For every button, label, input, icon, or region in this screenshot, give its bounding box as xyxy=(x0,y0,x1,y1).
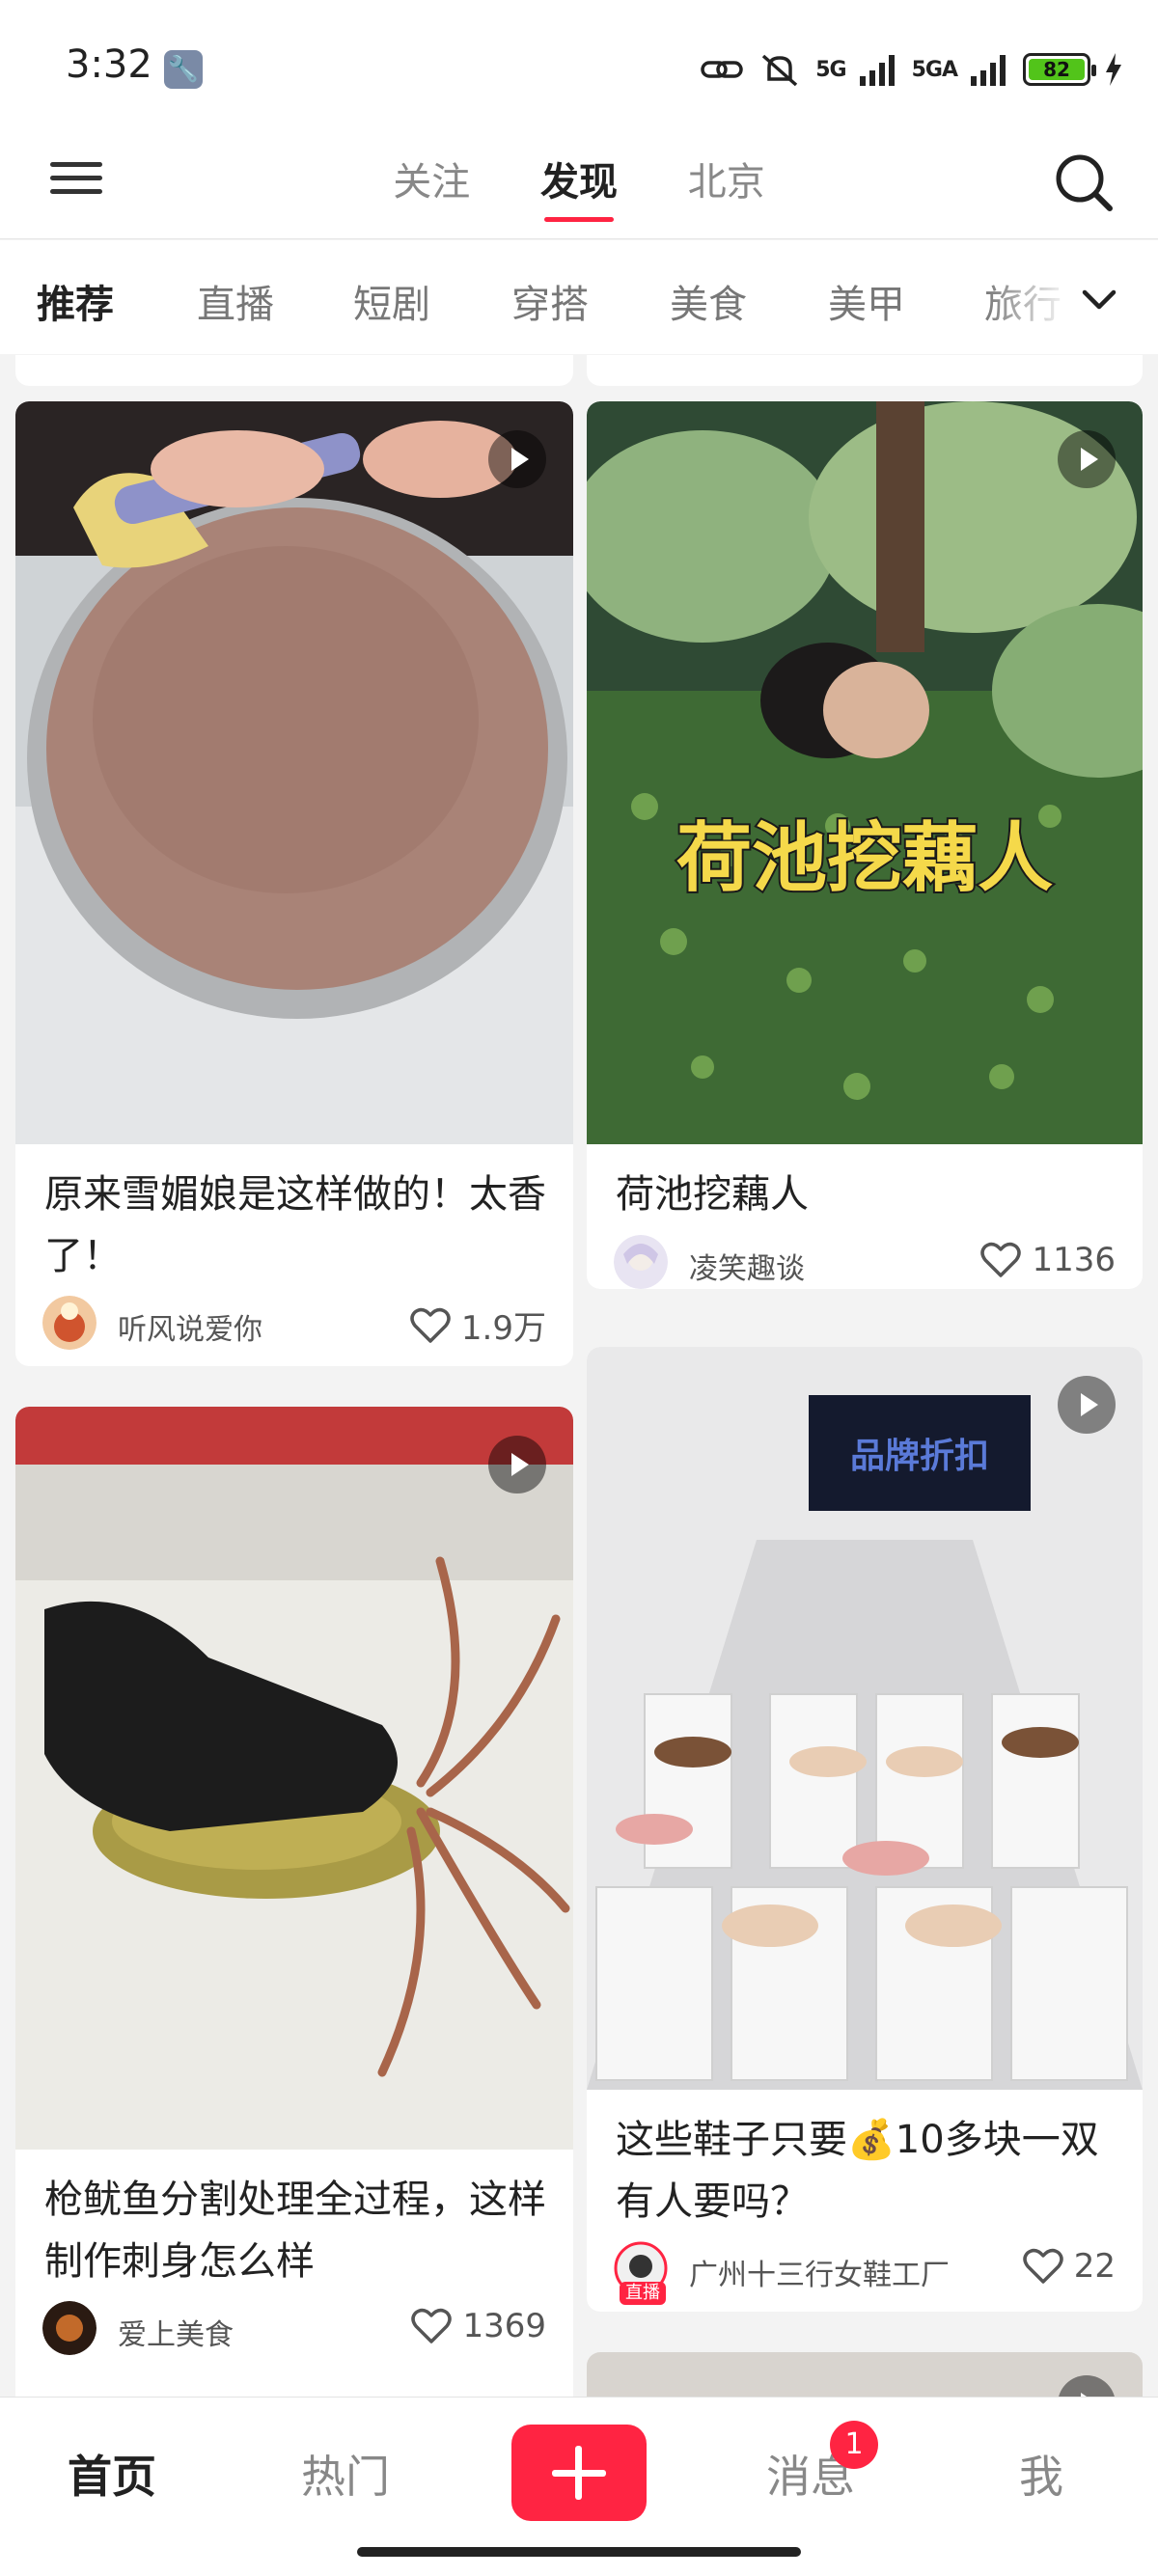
signal-5g: 5G xyxy=(815,57,846,82)
card-title[interactable]: 枪鱿鱼分割处理全过程，这样制作刺身怎么样 xyxy=(44,2169,550,2292)
nav-hot[interactable]: 热门 xyxy=(301,2442,390,2506)
heart-icon xyxy=(980,1242,1022,1277)
like-count: 22 xyxy=(1073,2247,1116,2286)
play-icon xyxy=(1058,1376,1116,1434)
card-author-row: 听风说爱你 1.9万 xyxy=(42,1294,546,1352)
category-nails[interactable]: 美甲 xyxy=(828,273,905,329)
card-thumbnail[interactable] xyxy=(15,1407,573,2150)
card-thumbnail[interactable]: 品牌折扣 xyxy=(587,1347,1143,2090)
signal-bars-2 xyxy=(971,55,1006,86)
card-author[interactable]: 爱上美食 xyxy=(118,2311,234,2353)
card-image xyxy=(15,1407,573,2150)
wrench-icon: 🔧 xyxy=(164,50,203,89)
chevron-down-icon[interactable] xyxy=(1075,275,1123,323)
play-icon xyxy=(488,430,546,488)
card-author-row: 凌笑趣谈 1136 xyxy=(614,1233,1116,1289)
battery-icon: 82 xyxy=(1023,53,1096,86)
tab-discover[interactable]: 发现 xyxy=(540,151,618,222)
card-thumbnail[interactable] xyxy=(15,401,573,1144)
like-button[interactable]: 1369 xyxy=(410,2307,546,2345)
battery-level: 82 xyxy=(1029,59,1085,80)
search-icon[interactable] xyxy=(1050,149,1117,216)
play-icon xyxy=(1058,2375,1116,2397)
top-nav: 关注 发现 北京 xyxy=(0,125,1158,239)
card-thumbnail[interactable]: 荷池挖藕人 xyxy=(587,401,1143,1144)
play-icon xyxy=(1058,430,1116,488)
feed-card-partial[interactable] xyxy=(15,355,573,386)
feed-card[interactable]: 枪鱿鱼分割处理全过程，这样制作刺身怎么样 爱上美食 1369 xyxy=(15,1407,573,2397)
link-icon xyxy=(701,61,743,78)
card-author[interactable]: 听风说爱你 xyxy=(118,1305,262,1348)
card-author[interactable]: 广州十三行女鞋工厂 xyxy=(689,2251,950,2293)
tab-local[interactable]: 北京 xyxy=(688,151,765,222)
tab-following[interactable]: 关注 xyxy=(393,151,470,222)
card-author-row: 爱上美食 1369 xyxy=(42,2299,546,2357)
heart-icon xyxy=(1022,2248,1063,2284)
avatar[interactable] xyxy=(42,2301,96,2355)
feed-card[interactable]: 品牌折扣 这些鞋子只要💰10多块一双有人要吗？ 直播 广州十三行女鞋工厂 22 xyxy=(587,1347,1143,2312)
like-count: 1369 xyxy=(462,2307,546,2345)
card-title[interactable]: 荷池挖藕人 xyxy=(616,1164,1119,1225)
category-food[interactable]: 美食 xyxy=(670,273,747,329)
avatar[interactable] xyxy=(614,1235,668,1289)
live-tag: 直播 xyxy=(620,2282,666,2305)
mute-icon xyxy=(762,54,798,87)
like-button[interactable]: 1136 xyxy=(979,1241,1116,1279)
signal-bars-1 xyxy=(859,55,895,86)
signal-5ga: 5GA xyxy=(911,57,958,82)
category-recommend[interactable]: 推荐 xyxy=(37,273,114,329)
like-button[interactable]: 1.9万 xyxy=(409,1302,546,1349)
card-image: 品牌折扣 xyxy=(587,1347,1143,2090)
avatar[interactable] xyxy=(42,1296,96,1350)
feed: 原来雪媚娘是这样做的！太香了！ 听风说爱你 1.9万 荷池挖藕人 荷池挖藕人 凌… xyxy=(0,355,1158,2397)
nav-me[interactable]: 我 xyxy=(1019,2442,1063,2506)
nav-tabs: 关注 发现 北京 xyxy=(0,151,1158,222)
charging-icon xyxy=(1106,53,1121,86)
home-indicator[interactable] xyxy=(357,2547,801,2557)
message-badge: 1 xyxy=(830,2421,878,2469)
image-caption: 荷池挖藕人 xyxy=(676,815,1053,900)
play-icon xyxy=(488,1436,546,1494)
card-title[interactable]: 这些鞋子只要💰10多块一双有人要吗？ xyxy=(616,2109,1119,2233)
card-title[interactable]: 原来雪媚娘是这样做的！太香了！ xyxy=(44,1164,550,1287)
heart-icon xyxy=(410,1307,451,1343)
card-image xyxy=(15,401,573,1144)
feed-card[interactable]: 荷池挖藕人 荷池挖藕人 凌笑趣谈 1136 xyxy=(587,401,1143,1289)
like-count: 1.9万 xyxy=(460,1309,546,1348)
status-time: 3:32 xyxy=(66,42,152,87)
like-count: 1136 xyxy=(1032,1241,1116,1279)
card-author[interactable]: 凌笑趣谈 xyxy=(689,1245,805,1287)
nav-home[interactable]: 首页 xyxy=(68,2442,156,2506)
plus-icon[interactable] xyxy=(511,2425,647,2521)
category-short-drama[interactable]: 短剧 xyxy=(353,273,430,329)
category-fade xyxy=(984,240,1158,354)
feed-card-partial[interactable] xyxy=(587,2352,1143,2397)
status-icons: 5G 5GA 82 xyxy=(700,46,1123,93)
category-outfit[interactable]: 穿搭 xyxy=(511,273,589,329)
heart-icon xyxy=(411,2308,453,2343)
image-caption: 品牌折扣 xyxy=(850,1436,989,1475)
like-button[interactable]: 22 xyxy=(1022,2247,1116,2286)
category-live[interactable]: 直播 xyxy=(197,273,274,329)
feed-card[interactable]: 原来雪媚娘是这样做的！太香了！ 听风说爱你 1.9万 xyxy=(15,401,573,1366)
card-image: 荷池挖藕人 xyxy=(587,401,1143,1144)
feed-card-partial[interactable] xyxy=(587,355,1143,386)
status-bar: 3:32 🔧 5G 5GA 82 xyxy=(0,0,1158,125)
card-author-row: 直播 广州十三行女鞋工厂 22 xyxy=(614,2239,1116,2305)
category-bar: 推荐 直播 短剧 穿搭 美食 美甲 旅行 xyxy=(0,240,1158,354)
